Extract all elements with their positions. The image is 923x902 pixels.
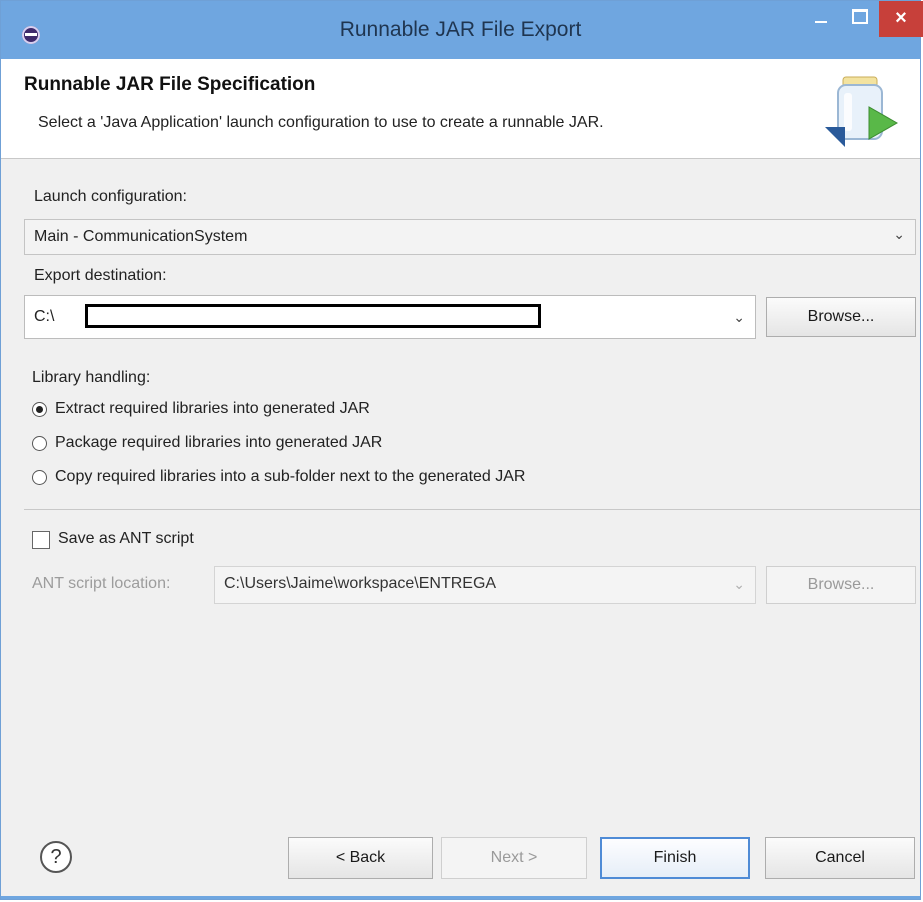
export-destination-label: Export destination: <box>34 267 167 284</box>
cancel-button[interactable]: Cancel <box>765 837 915 879</box>
jar-export-icon <box>825 76 899 147</box>
chevron-down-icon: ⌄ <box>733 576 745 592</box>
ant-script-location-combo: C:\Users\Jaime\workspace\ENTREGA ⌄ <box>214 566 756 604</box>
redacted-path <box>85 304 541 328</box>
minimize-button[interactable] <box>801 1 841 35</box>
library-handling-label: Library handling: <box>32 369 151 386</box>
page-description: Select a 'Java Application' launch confi… <box>38 114 604 131</box>
radio-button[interactable] <box>32 436 47 451</box>
finish-button[interactable]: Finish <box>600 837 750 879</box>
back-button[interactable]: < Back <box>288 837 433 879</box>
separator <box>24 509 920 510</box>
export-destination-combo[interactable]: C:\ ⌄ <box>24 295 756 339</box>
save-ant-script-checkbox[interactable] <box>32 531 50 549</box>
save-ant-script-label[interactable]: Save as ANT script <box>58 530 194 548</box>
radio-label: Copy required libraries into a sub-folde… <box>55 468 526 485</box>
next-button: Next > <box>441 837 587 879</box>
ant-script-location-value: C:\Users\Jaime\workspace\ENTREGA <box>224 575 497 592</box>
ant-script-location-label: ANT script location: <box>32 575 171 592</box>
window-title: Runnable JAR File Export <box>339 18 582 41</box>
radio-button[interactable] <box>32 402 47 417</box>
launch-configuration-value: Main - CommunicationSystem <box>34 228 248 245</box>
radio-label: Package required libraries into generate… <box>55 434 383 451</box>
export-destination-value: C:\ <box>34 308 55 325</box>
window-bottom-border <box>1 896 920 899</box>
launch-configuration-label: Launch configuration: <box>34 188 187 205</box>
chevron-down-icon: ⌄ <box>733 309 745 325</box>
page-title: Runnable JAR File Specification <box>24 74 316 95</box>
maximize-button[interactable] <box>839 1 879 35</box>
wizard-header: Runnable JAR File Specification Select a… <box>1 59 920 159</box>
browse-ant-location-button: Browse... <box>766 566 916 604</box>
radio-button[interactable] <box>32 470 47 485</box>
close-button[interactable]: × <box>879 1 923 37</box>
title-bar[interactable]: Runnable JAR File Export × <box>1 1 923 59</box>
help-icon[interactable]: ? <box>40 841 72 873</box>
launch-configuration-select[interactable]: Main - CommunicationSystem ⌄ <box>24 219 916 255</box>
browse-destination-button[interactable]: Browse... <box>766 297 916 337</box>
export-dialog: Runnable JAR File Export × Runnable JAR … <box>0 0 923 900</box>
chevron-down-icon: ⌄ <box>893 226 905 242</box>
radio-label: Extract required libraries into generate… <box>55 400 370 417</box>
